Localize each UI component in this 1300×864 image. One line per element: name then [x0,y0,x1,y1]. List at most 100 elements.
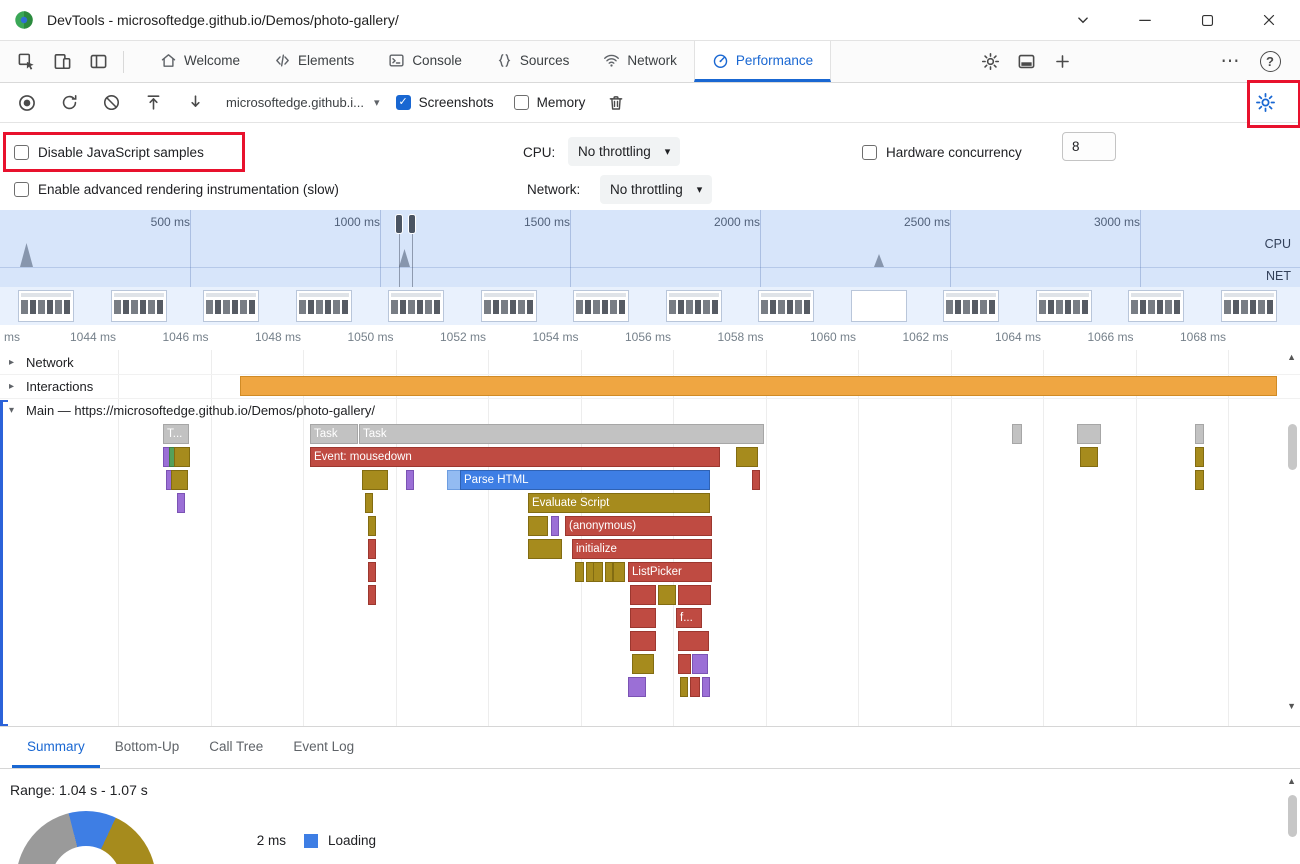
clear-recording-icon[interactable] [92,85,130,121]
flame-bar[interactable] [678,631,709,651]
flame-bar[interactable] [528,516,548,536]
tab-sources[interactable]: Sources [479,41,587,82]
flame-bar[interactable] [678,585,711,605]
screenshots-checkbox[interactable]: ✓ [396,95,411,110]
track-interactions[interactable]: ▸ Interactions [0,374,1300,399]
flame-bar-task[interactable]: Task [359,424,764,444]
filmstrip-screenshot[interactable] [573,290,629,322]
filmstrip-screenshot[interactable] [758,290,814,322]
filmstrip-screenshot[interactable] [481,290,537,322]
flame-bar[interactable] [365,493,373,513]
flame-bar-t[interactable]: T... [163,424,189,444]
tab-call-tree[interactable]: Call Tree [194,727,278,768]
save-profile-icon[interactable] [176,85,214,121]
cpu-throttle-select[interactable]: No throttling ▾ [568,137,680,166]
network-throttle-select[interactable]: No throttling ▾ [600,175,712,204]
reload-and-record-button[interactable] [50,85,88,121]
scroll-up-icon[interactable]: ▲ [1287,353,1296,362]
record-button[interactable] [8,85,46,121]
flame-bar-event-mousedown[interactable]: Event: mousedown [310,447,720,467]
tab-performance[interactable]: Performance [694,41,831,82]
flame-bar[interactable] [613,562,625,582]
help-icon[interactable]: ? [1252,44,1288,80]
filmstrip-screenshot[interactable] [1128,290,1184,322]
load-profile-icon[interactable] [134,85,172,121]
flame-bar[interactable] [692,654,708,674]
flame-bar[interactable] [551,516,559,536]
filmstrip-screenshot[interactable] [111,290,167,322]
tab-console[interactable]: Console [371,41,479,82]
minimize-button[interactable] [1114,0,1176,40]
disclosure-triangle-icon[interactable]: ▸ [9,381,20,392]
tab-welcome[interactable]: Welcome [143,41,257,82]
flame-bar[interactable] [736,447,758,467]
disclosure-triangle-icon[interactable]: ▸ [9,357,20,368]
flame-bar-anonymous[interactable]: (anonymous) [565,516,712,536]
hardware-concurrency-input[interactable] [1062,132,1116,161]
tab-elements[interactable]: Elements [257,41,371,82]
filmstrip-screenshot[interactable] [296,290,352,322]
flame-bar[interactable] [605,562,613,582]
flame-bar[interactable] [1080,447,1098,467]
advanced-rendering-checkbox[interactable] [14,182,29,197]
maximize-button[interactable] [1176,0,1238,40]
scroll-up-icon[interactable]: ▲ [1287,777,1296,786]
flame-bar[interactable] [368,539,376,559]
flame-bar[interactable] [368,585,376,605]
track-main-header[interactable]: ▾ Main — https://microsoftedge.github.io… [0,398,1300,422]
device-emulation-icon[interactable] [44,44,80,80]
more-options-icon[interactable]: ⋯ [1212,44,1248,80]
flame-bar[interactable] [368,562,376,582]
flame-bar-parse-html[interactable]: Parse HTML [460,470,710,490]
close-button[interactable] [1238,0,1300,40]
scroll-down-icon[interactable]: ▼ [1287,702,1296,711]
flame-bar-f[interactable]: f... [676,608,702,628]
flame-bar-evaluate-script[interactable]: Evaluate Script [528,493,710,513]
flame-bar[interactable] [528,539,562,559]
selection-handle-left[interactable] [395,214,403,234]
flame-bar[interactable] [1012,424,1022,444]
flame-bar[interactable] [680,677,688,697]
devtools-settings-gear-icon[interactable] [972,44,1008,80]
disclosure-triangle-icon[interactable]: ▾ [9,405,20,416]
flame-bar[interactable] [1077,424,1101,444]
filmstrip-screenshot[interactable] [666,290,722,322]
filmstrip-screenshot[interactable] [388,290,444,322]
flame-bar[interactable] [406,470,414,490]
inspect-element-icon[interactable] [8,44,44,80]
disable-js-samples-checkbox[interactable] [14,145,29,160]
filmstrip-screenshot[interactable] [203,290,259,322]
flame-bar[interactable] [171,470,188,490]
interaction-event-bar[interactable] [240,376,1277,396]
flame-bar[interactable] [447,470,461,490]
flame-bar[interactable] [362,470,388,490]
flame-bar[interactable] [678,654,691,674]
flame-bar[interactable] [632,654,654,674]
flame-bar[interactable] [630,631,656,651]
flame-bar[interactable] [1195,424,1204,444]
hardware-concurrency-checkbox[interactable] [862,145,877,160]
filmstrip-screenshot[interactable] [18,290,74,322]
flame-bar[interactable] [658,585,676,605]
record-target-select[interactable]: microsoftedge.github.i... ▾ [226,95,380,110]
flame-bar[interactable] [702,677,710,697]
flame-bar[interactable] [174,447,190,467]
flame-bar[interactable] [630,608,656,628]
scrollbar-thumb[interactable] [1288,424,1297,470]
track-network[interactable]: ▸ Network [0,350,1300,375]
filmstrip-screenshot[interactable] [1036,290,1092,322]
filmstrip-screenshot[interactable] [943,290,999,322]
tab-event-log[interactable]: Event Log [278,727,369,768]
flame-bar[interactable] [368,516,376,536]
flame-bar[interactable] [1195,447,1204,467]
flame-bar[interactable] [593,562,603,582]
tab-bottom-up[interactable]: Bottom-Up [100,727,195,768]
flame-bar[interactable] [1195,470,1204,490]
flame-bar-task[interactable]: Task [310,424,358,444]
flame-bar[interactable] [630,585,656,605]
filmstrip-screenshot[interactable] [851,290,907,322]
tab-summary[interactable]: Summary [12,727,100,768]
flame-bar[interactable] [575,562,584,582]
flame-bar[interactable] [752,470,760,490]
filmstrip-screenshot[interactable] [1221,290,1277,322]
